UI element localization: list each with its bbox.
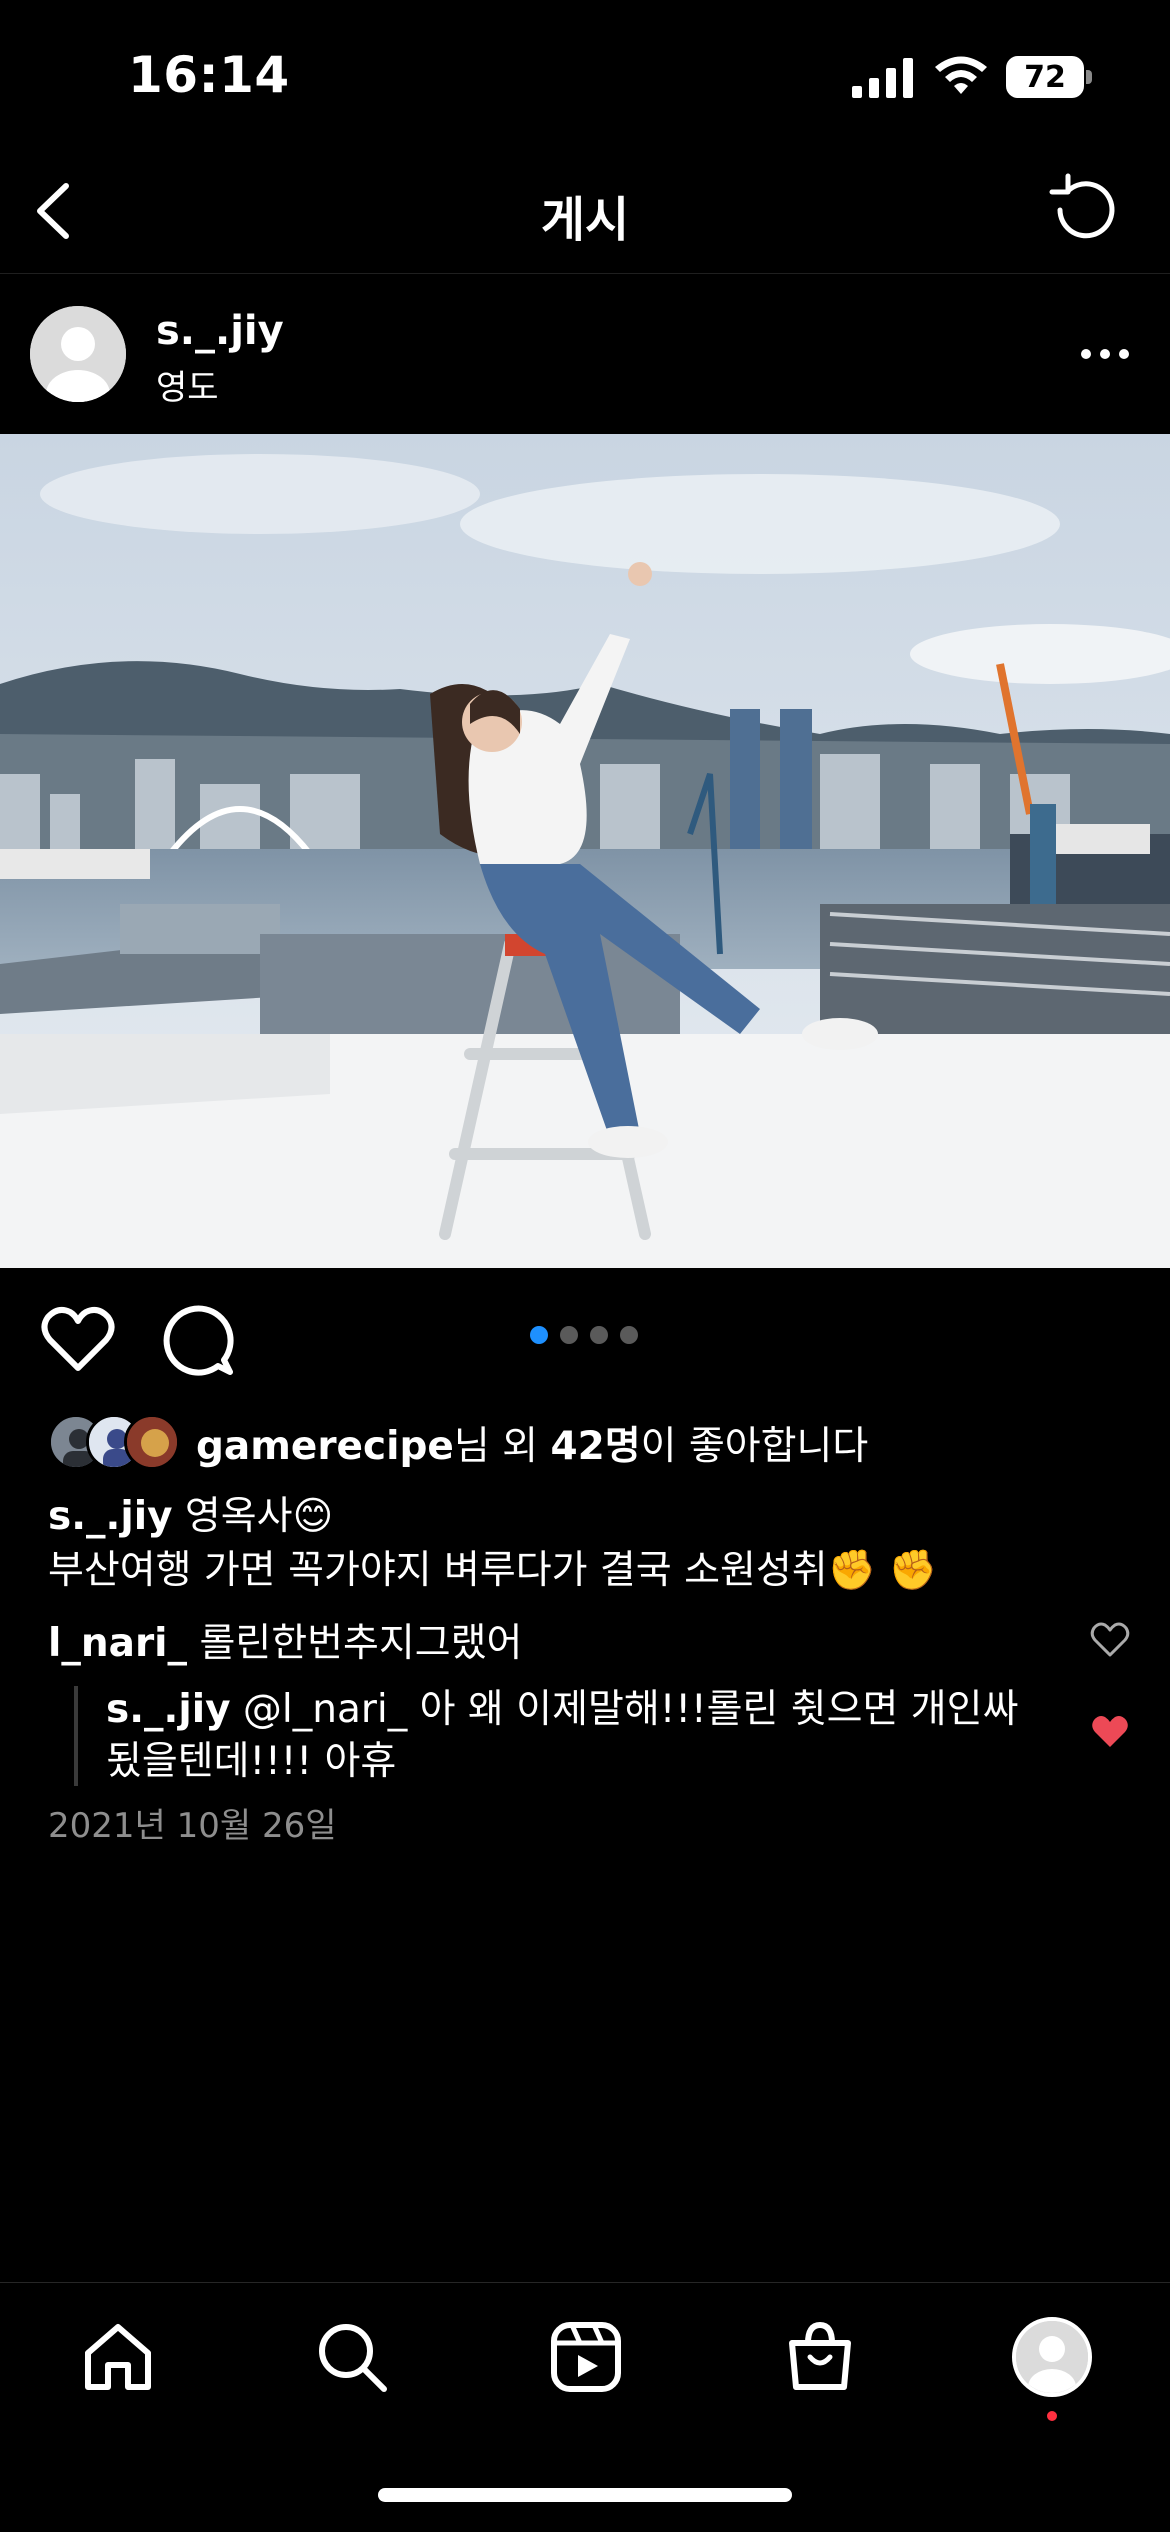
more-options-icon[interactable]	[1070, 334, 1140, 374]
likes-text-part: 님 외	[453, 1424, 551, 1469]
likes-summary[interactable]: gamerecipe님 외 42명이 좋아합니다	[48, 1408, 868, 1478]
likes-text-part: 이 좋아합니다	[640, 1424, 869, 1469]
top-nav: 게시	[0, 150, 1170, 274]
comment-like-heart-icon[interactable]	[1090, 1622, 1130, 1658]
cellular-signal-icon	[852, 58, 913, 98]
likes-count[interactable]: 42명	[550, 1424, 640, 1469]
page-title: 게시	[540, 192, 630, 248]
post-photo[interactable]	[0, 434, 1170, 1268]
carousel-dot	[530, 1326, 548, 1344]
home-indicator	[378, 2488, 792, 2502]
notification-dot	[1047, 2411, 1057, 2421]
likes-text: gamerecipe님 외 42명이 좋아합니다	[196, 1415, 868, 1471]
caption-username[interactable]: s._.jiy	[48, 1494, 173, 1539]
default-avatar-icon	[1016, 2321, 1088, 2393]
liker-username[interactable]: gamerecipe	[196, 1424, 454, 1469]
post-caption: s._.jiy 영옥사😊 부산여행 가면 꼭가야지 벼루다가 결국 소원성취✊ …	[48, 1490, 1128, 1598]
reply-text: @l_nari_ 아 왜 이제말해!!!롤린 췻으면 개인싸 됬을텐데!!!! …	[106, 1687, 1019, 1784]
status-time: 16:14	[128, 46, 290, 104]
reply-liked-heart-icon[interactable]	[1090, 1714, 1130, 1750]
reply-username[interactable]: s._.jiy	[106, 1687, 231, 1732]
liker-avatar	[124, 1414, 180, 1470]
battery-icon: 72	[1006, 56, 1092, 98]
author-avatar[interactable]	[30, 306, 126, 402]
caption-line-1: 영옥사😊	[172, 1494, 334, 1539]
search-icon[interactable]	[314, 2319, 390, 2395]
post-header: s._.jiy 영도	[0, 274, 1170, 434]
comment-username[interactable]: l_nari_	[48, 1621, 187, 1666]
carousel-dot	[560, 1326, 578, 1344]
comment-text: 롤린한번추지그랬어	[187, 1621, 523, 1666]
caption-line-2: 부산여행 가면 꼭가야지 벼루다가 결국 소원성취✊ ✊	[48, 1548, 938, 1593]
reels-icon[interactable]	[548, 2319, 624, 2395]
comment-bubble-icon[interactable]	[160, 1302, 236, 1376]
post-actions	[0, 1268, 1170, 1408]
carousel-dot	[620, 1326, 638, 1344]
battery-level: 72	[1006, 56, 1084, 98]
home-icon[interactable]	[80, 2319, 156, 2395]
post-date: 2021년 10월 26일	[48, 1806, 337, 1846]
refresh-icon[interactable]	[1044, 170, 1124, 250]
profile-tab-avatar[interactable]	[1012, 2317, 1092, 2397]
photo-illustration	[0, 434, 1170, 1268]
comment-item: l_nari_ 롤린한번추지그랬어	[48, 1612, 522, 1668]
like-heart-icon[interactable]	[40, 1304, 116, 1374]
default-avatar-icon	[30, 306, 126, 402]
status-bar: 16:14 72	[0, 0, 1170, 150]
post-location[interactable]: 영도	[156, 360, 219, 409]
wifi-icon	[935, 56, 987, 94]
liker-avatars	[48, 1414, 182, 1472]
reply-thread-line	[74, 1686, 78, 1786]
carousel-indicator	[530, 1326, 638, 1344]
author-username[interactable]: s._.jiy	[156, 308, 284, 354]
reply-item: s._.jiy @l_nari_ 아 왜 이제말해!!!롤린 췻으면 개인싸 됬…	[106, 1684, 1046, 1788]
shop-bag-icon[interactable]	[782, 2319, 858, 2395]
carousel-dot	[590, 1326, 608, 1344]
